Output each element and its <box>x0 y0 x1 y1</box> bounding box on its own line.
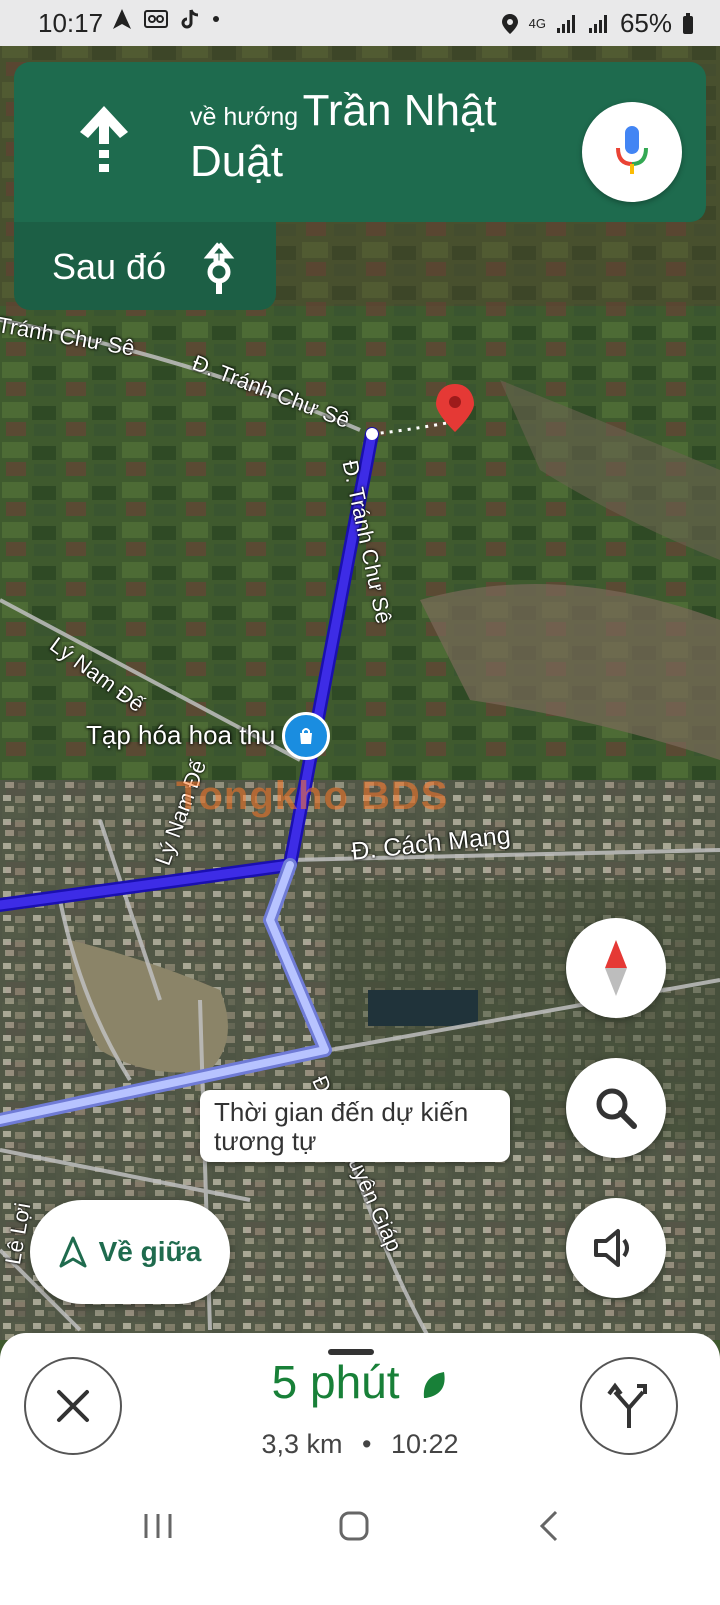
fork-routes-icon <box>607 1382 647 1428</box>
trip-distance: 3,3 km <box>261 1429 343 1459</box>
shopping-bag-icon[interactable] <box>282 712 330 760</box>
tiktok-icon <box>181 9 199 29</box>
system-navigation-bar <box>0 1488 720 1568</box>
status-time: 10:17 <box>38 8 104 38</box>
back-icon[interactable] <box>532 1508 568 1544</box>
notification-dot-icon <box>213 16 219 22</box>
home-icon[interactable] <box>336 1508 372 1544</box>
recent-apps-icon[interactable] <box>140 1508 176 1544</box>
separator: • <box>362 1429 372 1459</box>
then-label: Sau đó <box>52 246 167 287</box>
then-instruction[interactable]: Sau đó <box>14 222 276 310</box>
battery-percent: 65% <box>619 8 672 38</box>
signal-icon <box>588 14 607 33</box>
eco-leaf-icon <box>424 1371 445 1398</box>
navigation-arrow-icon <box>113 9 131 29</box>
street-name: Trần Nhật Duật <box>190 86 497 186</box>
battery-icon <box>683 12 693 34</box>
search-icon <box>596 1088 637 1129</box>
recenter-button[interactable]: Về giữa <box>30 1200 230 1304</box>
watermark: Tongkho BDS <box>176 774 449 818</box>
compass-button[interactable] <box>566 918 666 1018</box>
recenter-label: Về giữa <box>98 1236 202 1267</box>
signal-icon <box>556 14 575 33</box>
network-type: 4G <box>528 16 546 31</box>
eta-duration: 5 phút <box>271 1356 400 1408</box>
voicemail-icon <box>144 10 168 28</box>
roundabout-icon <box>203 242 235 294</box>
straight-arrow-icon <box>80 106 128 172</box>
poi-label[interactable]: Tạp hóa hoa thu <box>86 720 275 751</box>
speaker-icon <box>594 1229 629 1267</box>
location-icon <box>501 13 518 34</box>
arrival-time: 10:22 <box>390 1429 459 1459</box>
navigation-arrow-icon <box>59 1236 87 1268</box>
compass-icon <box>605 940 627 996</box>
status-bar: 10:17 4G 65% <box>0 0 720 46</box>
sound-button[interactable] <box>566 1198 666 1298</box>
microphone-icon <box>616 126 648 174</box>
eta-tooltip[interactable]: Thời gian đến dự kiến tương tự <box>200 1090 510 1162</box>
voice-search-button[interactable] <box>582 102 682 202</box>
navigation-banner[interactable]: về hướng Trần Nhật Duật <box>14 62 706 222</box>
alternate-routes-button[interactable] <box>580 1357 678 1455</box>
direction-prefix: về hướng <box>190 103 299 131</box>
search-button[interactable] <box>566 1058 666 1158</box>
